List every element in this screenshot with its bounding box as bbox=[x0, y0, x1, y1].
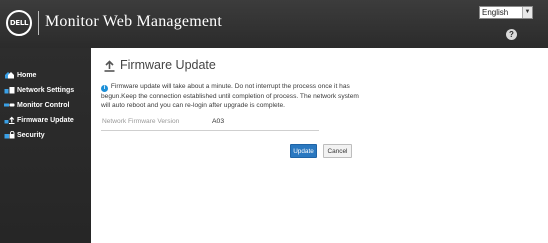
sidebar-item-label: Home bbox=[17, 71, 37, 79]
firmware-update-icon bbox=[4, 116, 15, 124]
sidebar-item-firmware-update[interactable]: Firmware Update bbox=[0, 114, 91, 126]
home-icon bbox=[4, 71, 15, 79]
language-selected-value: English bbox=[482, 8, 509, 17]
page-title-text: Firmware Update bbox=[120, 58, 216, 72]
language-select[interactable]: English ▼ bbox=[479, 6, 533, 19]
sidebar: Home Network Settings Monitor Control Fi… bbox=[0, 48, 91, 243]
sidebar-item-label: Monitor Control bbox=[17, 101, 70, 109]
header-divider bbox=[38, 11, 39, 35]
main-content: Firmware Update i Firmware update will t… bbox=[91, 48, 548, 243]
sidebar-item-label: Security bbox=[17, 131, 45, 139]
page-title: Firmware Update bbox=[103, 58, 216, 72]
app-title: Monitor Web Management bbox=[45, 13, 223, 30]
firmware-version-value: A03 bbox=[212, 118, 225, 125]
sidebar-item-label: Network Settings bbox=[17, 86, 75, 94]
info-icon: i bbox=[101, 85, 108, 92]
sidebar-item-monitor-control[interactable]: Monitor Control bbox=[0, 99, 91, 111]
sidebar-item-home[interactable]: Home bbox=[0, 69, 91, 81]
chevron-down-icon[interactable]: ▼ bbox=[522, 7, 532, 18]
network-icon bbox=[4, 86, 15, 94]
firmware-version-label: Network Firmware Version bbox=[102, 118, 180, 125]
dell-logo: DELL bbox=[6, 10, 32, 36]
cancel-button[interactable]: Cancel bbox=[323, 144, 352, 158]
field-divider bbox=[101, 130, 319, 131]
security-icon bbox=[4, 131, 15, 139]
help-icon[interactable]: ? bbox=[506, 29, 517, 40]
sidebar-item-network-settings[interactable]: Network Settings bbox=[0, 84, 91, 96]
notice-text: Firmware update will take about a minute… bbox=[101, 83, 359, 109]
update-button[interactable]: Update bbox=[290, 144, 317, 158]
sidebar-item-security[interactable]: Security bbox=[0, 129, 91, 141]
monitor-control-icon bbox=[4, 101, 15, 109]
sidebar-item-label: Firmware Update bbox=[17, 116, 74, 124]
firmware-notice: i Firmware update will take about a minu… bbox=[101, 82, 366, 110]
upload-icon bbox=[104, 59, 115, 72]
app-header: DELL Monitor Web Management English ▼ ? bbox=[0, 0, 548, 48]
